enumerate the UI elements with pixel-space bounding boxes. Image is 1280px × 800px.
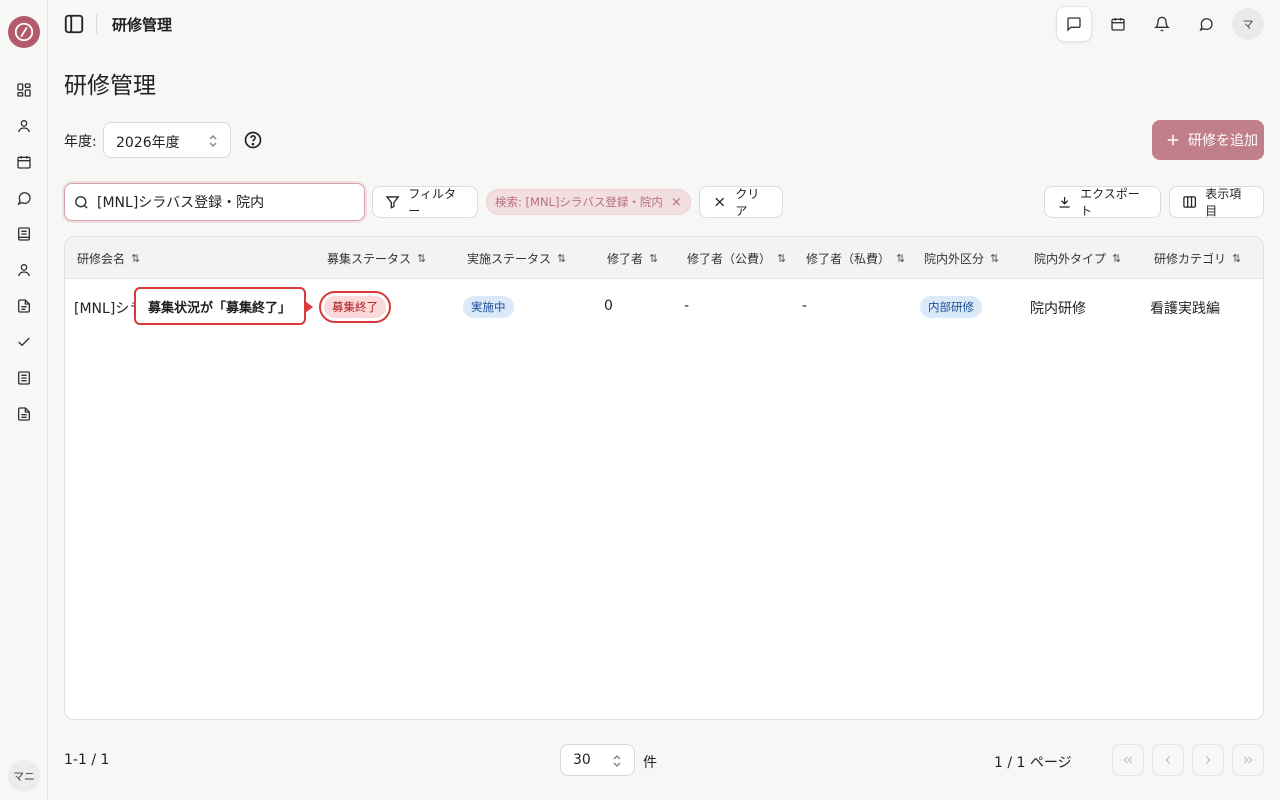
chevrons-right-icon [1244, 756, 1253, 764]
cell-category: 看護実践編 [1150, 301, 1220, 317]
plus-icon [1167, 134, 1179, 146]
clear-label: クリア [735, 187, 760, 218]
column-header-name[interactable]: 研修会名 ⇅ [77, 250, 140, 267]
header-title: 研修管理 [112, 16, 173, 34]
search-icon [73, 194, 90, 211]
add-training-button[interactable]: 研修を追加 [1152, 120, 1264, 160]
search-box[interactable] [64, 183, 365, 221]
message-square-icon [1067, 17, 1081, 32]
filter-icon [385, 196, 400, 209]
year-select-value: 2026年度 [116, 135, 180, 151]
cell-completed-private: - [802, 298, 808, 314]
filter-label: フィルター [408, 187, 456, 218]
cell-completed-public: - [684, 298, 690, 314]
sort-icon[interactable]: ⇅ [990, 252, 999, 265]
top-header: 研修管理 マ [48, 0, 1280, 48]
record-range: 1-1 / 1 [64, 752, 110, 768]
chevron-updown-icon [612, 754, 622, 768]
page-size-unit: 件 [643, 755, 657, 771]
calendar-icon[interactable] [14, 152, 34, 172]
bell-icon [1154, 16, 1170, 32]
list-icon[interactable] [14, 368, 34, 388]
next-page-button[interactable] [1192, 744, 1224, 776]
person-icon[interactable] [14, 260, 34, 280]
column-header-completed[interactable]: 修了者 ⇅ [607, 250, 658, 267]
column-header-inout-class[interactable]: 院内外区分 ⇅ [924, 250, 999, 267]
sidebar-toggle-icon[interactable] [62, 12, 86, 36]
download-icon [1059, 196, 1070, 208]
export-label: エクスポート [1080, 187, 1140, 218]
remove-chip-icon[interactable]: × [671, 195, 682, 210]
chevron-left-icon [1165, 756, 1171, 764]
chat-bubble-icon [1199, 18, 1213, 32]
feedback-button[interactable] [1056, 6, 1092, 42]
filter-button[interactable]: フィルター [372, 186, 478, 218]
page-size-value: 30 [573, 752, 591, 768]
recruit-status-badge: 募集終了 [319, 291, 391, 323]
calendar-icon [1111, 18, 1125, 31]
impl-status-badge: 実施中 [463, 296, 514, 318]
columns-button[interactable]: 表示項目 [1169, 186, 1264, 218]
sort-icon[interactable]: ⇅ [417, 252, 426, 265]
sidebar: マニ [0, 0, 48, 800]
chevron-updown-icon [208, 134, 218, 148]
last-page-button[interactable] [1232, 744, 1264, 776]
inout-class-badge: 内部研修 [920, 296, 982, 318]
cell-completed: 0 [604, 298, 613, 314]
document-icon[interactable] [14, 296, 34, 316]
first-page-button[interactable] [1112, 744, 1144, 776]
user-icon[interactable] [14, 116, 34, 136]
column-header-completed-public[interactable]: 修了者（公費） ⇅ [687, 250, 786, 267]
page-info: 1 / 1 ページ [994, 755, 1072, 771]
sort-icon[interactable]: ⇅ [1232, 252, 1241, 265]
training-table: 研修会名 ⇅ 募集ステータス ⇅ 実施ステータス ⇅ 修了者 ⇅ 修了者（公費） ⇅ 修了… [64, 236, 1264, 720]
clear-button[interactable]: クリア [699, 186, 783, 218]
column-header-recruit-status[interactable]: 募集ステータス ⇅ [327, 250, 426, 267]
page-title: 研修管理 [64, 73, 156, 99]
search-chip-label: 検索: [MNL]シラバス登録・院内 [495, 195, 663, 209]
callout-arrow [305, 301, 313, 313]
table-header: 研修会名 ⇅ 募集ステータス ⇅ 実施ステータス ⇅ 修了者 ⇅ 修了者（公費） ⇅ 修了… [65, 237, 1263, 279]
sidebar-avatar[interactable]: マニ [8, 760, 40, 792]
search-filter-chip: 検索: [MNL]シラバス登録・院内 × [486, 189, 691, 215]
column-header-inout-type[interactable]: 院内外タイプ ⇅ [1034, 250, 1121, 267]
year-label: 年度: [64, 134, 97, 150]
prev-page-button[interactable] [1152, 744, 1184, 776]
help-circle-icon[interactable] [243, 130, 263, 150]
chevron-right-icon [1205, 756, 1211, 764]
year-select[interactable]: 2026年度 [103, 122, 231, 158]
add-training-label: 研修を追加 [1188, 133, 1258, 149]
annotation-callout: 募集状況が「募集終了」 [134, 287, 306, 325]
column-header-completed-private[interactable]: 修了者（私費） ⇅ [806, 250, 905, 267]
chevrons-left-icon [1123, 756, 1132, 764]
sort-icon[interactable]: ⇅ [131, 252, 140, 265]
dashboard-icon[interactable] [14, 80, 34, 100]
column-header-category[interactable]: 研修カテゴリ ⇅ [1154, 250, 1241, 267]
columns-label: 表示項目 [1205, 187, 1242, 218]
notification-button[interactable] [1144, 6, 1180, 42]
page-size-select[interactable]: 30 [560, 744, 635, 776]
sort-icon[interactable]: ⇅ [557, 252, 566, 265]
sort-icon[interactable]: ⇅ [896, 252, 905, 265]
chat-icon[interactable] [14, 188, 34, 208]
column-header-impl-status[interactable]: 実施ステータス ⇅ [467, 250, 566, 267]
cell-inout-type: 院内研修 [1030, 301, 1086, 317]
sort-icon[interactable]: ⇅ [1112, 252, 1121, 265]
export-button[interactable]: エクスポート [1044, 186, 1161, 218]
header-divider [96, 14, 97, 34]
file-text-icon[interactable] [14, 404, 34, 424]
user-avatar[interactable]: マ [1232, 8, 1264, 40]
close-icon [715, 197, 724, 207]
book-icon[interactable] [14, 224, 34, 244]
sort-icon[interactable]: ⇅ [777, 252, 786, 265]
columns-icon [1183, 196, 1196, 208]
sort-icon[interactable]: ⇅ [649, 252, 658, 265]
calendar-button[interactable] [1100, 6, 1136, 42]
app-logo[interactable] [8, 16, 40, 48]
chat-button[interactable] [1188, 6, 1224, 42]
search-input[interactable] [97, 190, 357, 214]
check-icon[interactable] [14, 332, 34, 352]
